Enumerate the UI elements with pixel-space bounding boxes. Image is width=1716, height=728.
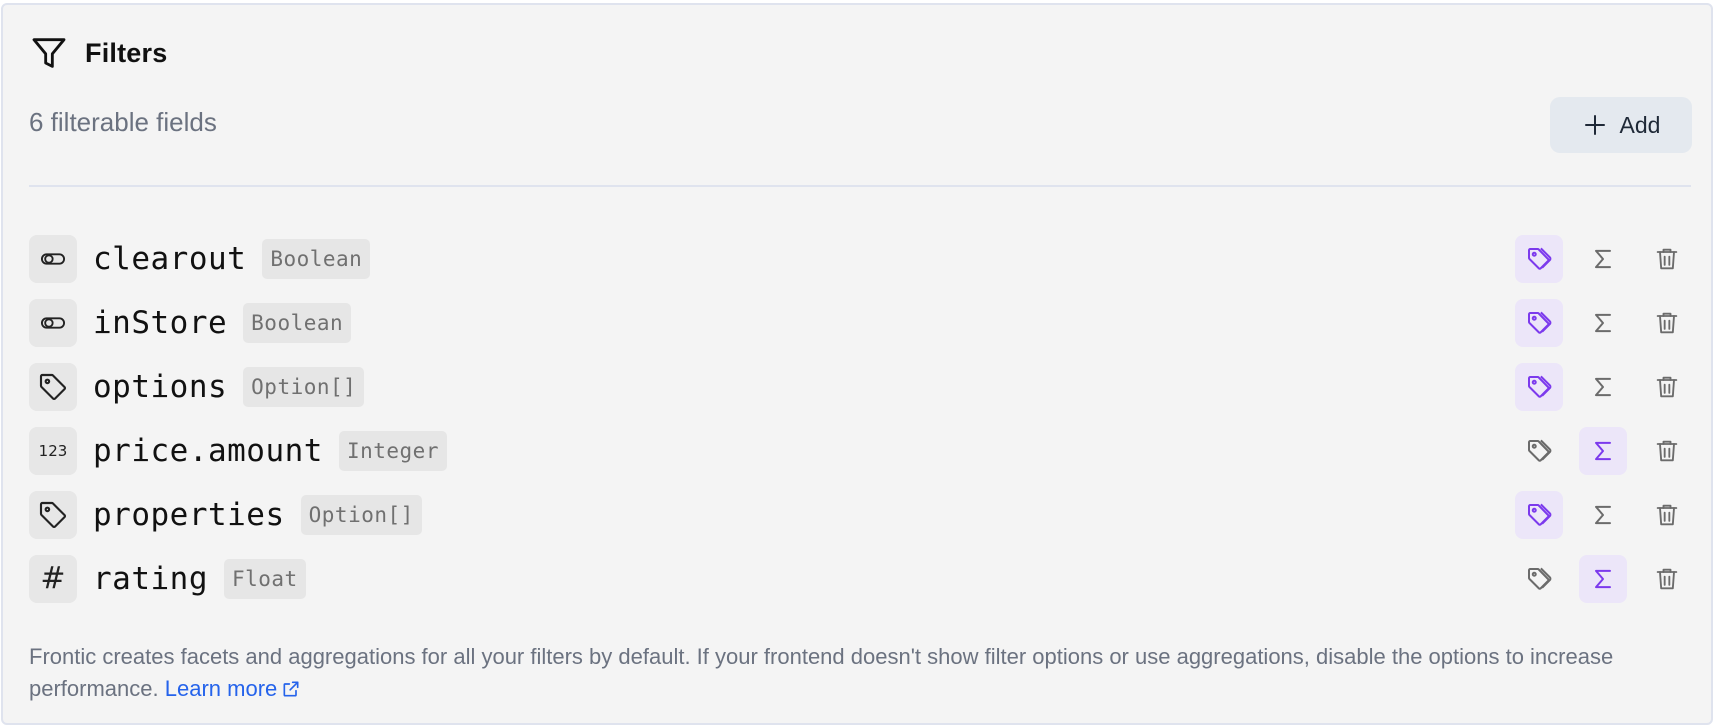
field-type-badge: Option[] [243,367,365,407]
field-count: 6 filterable fields [29,107,217,137]
aggregation-toggle-button[interactable] [1579,235,1627,283]
facet-tags-icon [1524,308,1554,338]
field-actions [1499,555,1691,603]
tag-icon [29,491,77,539]
sigma-icon [1589,309,1617,337]
facet-toggle-button[interactable] [1515,235,1563,283]
field-row: # rating Float [29,555,1691,603]
facet-tags-icon [1524,564,1554,594]
facet-tags-icon [1524,372,1554,402]
add-button-label: Add [1619,111,1661,138]
aggregation-toggle-button[interactable] [1579,491,1627,539]
facet-tags-icon [1524,436,1554,466]
plus-icon [1582,112,1608,138]
learn-more-link[interactable]: Learn more [165,676,302,701]
field-name: inStore [93,305,228,341]
field-type-badge: Integer [338,431,447,471]
aggregation-toggle-button[interactable] [1579,555,1627,603]
field-row: 123 price.amount Integer [29,427,1691,475]
field-actions [1499,363,1691,411]
trash-icon [1653,501,1681,529]
field-type-badge: Boolean [243,303,352,343]
sigma-icon [1589,245,1617,273]
integer-icon: 123 [29,427,77,475]
footer-note: Frontic creates facets and aggregations … [29,641,1689,708]
trash-icon [1653,245,1681,273]
aggregation-toggle-button[interactable] [1579,427,1627,475]
hash-icon: # [29,555,77,603]
delete-field-button[interactable] [1643,363,1691,411]
facet-toggle-button[interactable] [1515,491,1563,539]
facet-tags-icon [1524,244,1554,274]
field-name: options [93,369,228,405]
delete-field-button[interactable] [1643,555,1691,603]
field-actions [1499,235,1691,283]
sigma-icon [1589,373,1617,401]
toggle-icon [29,235,77,283]
trash-icon [1653,437,1681,465]
field-row: properties Option[] [29,491,1691,539]
field-type-badge: Option[] [300,495,422,535]
field-row: options Option[] [29,363,1691,411]
facet-toggle-button[interactable] [1515,299,1563,347]
add-filter-button[interactable]: Add [1550,97,1692,153]
sigma-icon [1589,565,1617,593]
field-name: rating [93,561,208,597]
sigma-icon [1589,501,1617,529]
field-type-badge: Float [223,559,306,599]
facet-toggle-button[interactable] [1515,555,1563,603]
sigma-icon [1589,437,1617,465]
facet-toggle-button[interactable] [1515,363,1563,411]
trash-icon [1653,373,1681,401]
field-name: price.amount [93,433,323,469]
field-actions [1499,299,1691,347]
field-row: inStore Boolean [29,299,1691,347]
external-link-icon [281,676,301,708]
aggregation-toggle-button[interactable] [1579,299,1627,347]
divider [29,185,1691,187]
trash-icon [1653,309,1681,337]
facet-tags-icon [1524,500,1554,530]
tag-icon [29,363,77,411]
field-actions [1499,491,1691,539]
delete-field-button[interactable] [1643,491,1691,539]
delete-field-button[interactable] [1643,427,1691,475]
toggle-icon [29,299,77,347]
aggregation-toggle-button[interactable] [1579,363,1627,411]
panel-title: Filters [85,37,168,68]
field-row: clearout Boolean [29,235,1691,283]
trash-icon [1653,565,1681,593]
field-type-badge: Boolean [262,239,371,279]
filters-panel: Filters 6 filterable fields Add clearout… [1,3,1713,725]
delete-field-button[interactable] [1643,235,1691,283]
panel-header: Filters [29,33,167,73]
field-name: properties [93,497,285,533]
field-name: clearout [93,241,247,277]
delete-field-button[interactable] [1643,299,1691,347]
facet-toggle-button[interactable] [1515,427,1563,475]
filter-funnel-icon [29,33,69,73]
field-actions [1499,427,1691,475]
